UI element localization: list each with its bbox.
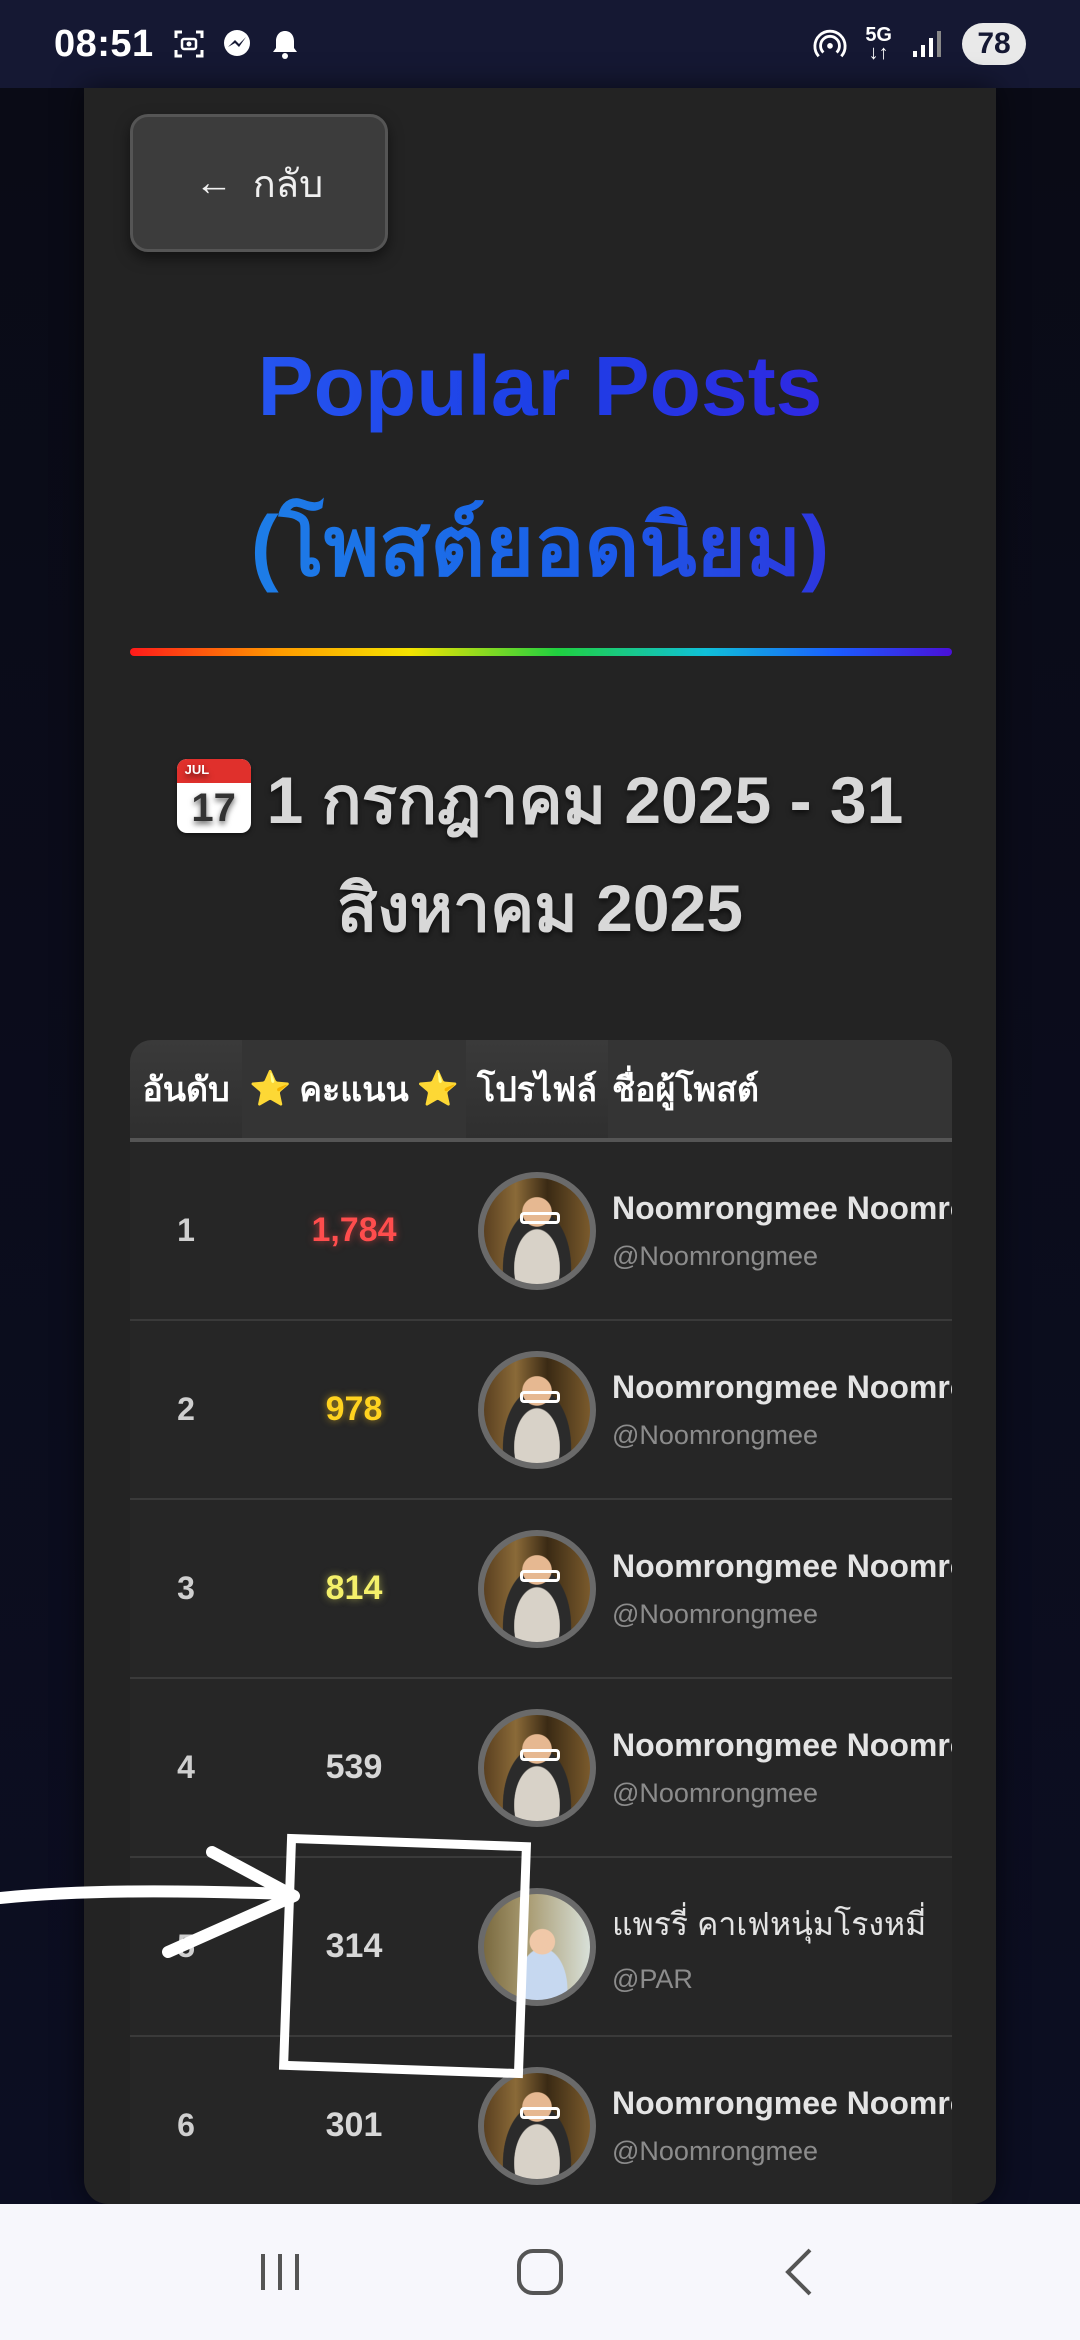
poster-name: Noomrongmee Noomrongmee [612, 1726, 952, 1763]
bell-icon [268, 27, 302, 61]
score-cell: 814 [325, 1569, 383, 1607]
date-range-end: สิงหาคม 2025 [337, 871, 743, 945]
home-icon[interactable] [500, 2232, 580, 2312]
poster-name: แพรรี่ คาเฟหนุ่มโรงหมี่ [612, 1905, 927, 1942]
status-bar: 08:51 5G ↓↑ 78 [0, 0, 1080, 88]
header-score: ⭐ คะแนน ⭐ [242, 1040, 466, 1138]
network-5g-icon: 5G ↓↑ [865, 24, 892, 64]
rank-cell: 2 [177, 1391, 195, 1427]
header-rank: อันดับ [142, 1071, 230, 1109]
rank-cell: 3 [177, 1570, 195, 1606]
poster-name: Noomrongmee Noomrongmee [612, 1189, 952, 1226]
table-row[interactable]: 2 978 Noomrongmee Noomrongmee @Noomrongm… [130, 1321, 952, 1500]
table-row[interactable]: 4 539 Noomrongmee Noomrongmee @Noomrongm… [130, 1679, 952, 1858]
date-range-start: 1 กรกฎาคม 2025 - 31 [266, 763, 904, 837]
annotation-highlight-box [278, 1833, 532, 2079]
page-title: Popular Posts [84, 338, 996, 435]
score-cell: 301 [325, 2106, 383, 2144]
signal-icon [910, 27, 944, 61]
avatar[interactable] [478, 2066, 596, 2185]
back-arrow-icon: ← [194, 161, 233, 204]
messenger-icon [220, 27, 254, 61]
table-header: อันดับ ⭐ คะแนน ⭐ โปรไฟล์ ชื่อผู้โพสต์ [130, 1040, 952, 1142]
table-row[interactable]: 1 1,784 Noomrongmee Noomrongmee @Noomron… [130, 1142, 952, 1321]
annotation-arrow-icon [0, 1846, 300, 1958]
hotspot-icon [813, 27, 847, 61]
status-time: 08:51 [54, 22, 154, 65]
poster-handle: @Noomrongmee [612, 2135, 818, 2166]
screenshot-icon [172, 27, 206, 61]
poster-handle: @PAR [612, 1963, 693, 1994]
rank-cell: 6 [177, 2107, 195, 2143]
avatar[interactable] [478, 1171, 596, 1290]
poster-handle: @Noomrongmee [612, 1598, 818, 1629]
calendar-icon: JUL 17 [176, 759, 251, 833]
table-row[interactable]: 3 814 Noomrongmee Noomrongmee @Noomrongm… [130, 1500, 952, 1679]
back-button[interactable]: ← กลับ [130, 114, 388, 252]
star-icon: ⭐ [416, 1070, 460, 1108]
header-profile: โปรไฟล์ [476, 1071, 598, 1109]
back-icon[interactable] [760, 2232, 840, 2312]
rank-cell: 4 [177, 1749, 195, 1785]
avatar[interactable] [478, 1350, 596, 1469]
system-nav-bar [0, 2204, 1080, 2340]
rank-cell: 1 [177, 1212, 195, 1248]
recent-apps-icon[interactable] [240, 2232, 320, 2312]
avatar[interactable] [478, 1708, 596, 1827]
score-cell: 1,784 [311, 1211, 397, 1249]
battery-icon: 78 [962, 23, 1026, 65]
page-title-thai: (โพสต์ยอดนิยม) [84, 478, 996, 612]
score-cell: 539 [325, 1748, 383, 1786]
header-poster-name: ชื่อผู้โพสต์ [608, 1040, 952, 1138]
poster-handle: @Noomrongmee [612, 1240, 818, 1271]
back-button-label: กลับ [252, 163, 324, 206]
star-icon: ⭐ [248, 1070, 292, 1108]
poster-name: Noomrongmee Noomrongmee [612, 2084, 952, 2121]
poster-handle: @Noomrongmee [612, 1419, 818, 1450]
rainbow-divider [130, 648, 952, 656]
date-range-line-1: JUL 17 1 กรกฎาคม 2025 - 31 [124, 748, 956, 853]
poster-handle: @Noomrongmee [612, 1777, 818, 1808]
leaderboard-table: อันดับ ⭐ คะแนน ⭐ โปรไฟล์ ชื่อผู้โพสต์ 1 … [130, 1040, 952, 2204]
poster-name: Noomrongmee Noomrongmee [612, 1368, 952, 1405]
table-row[interactable]: 6 301 Noomrongmee Noomrongmee @Noomrongm… [130, 2037, 952, 2204]
avatar[interactable] [478, 1529, 596, 1648]
poster-name: Noomrongmee Noomrongmee [612, 1547, 952, 1584]
score-cell: 978 [325, 1390, 383, 1428]
